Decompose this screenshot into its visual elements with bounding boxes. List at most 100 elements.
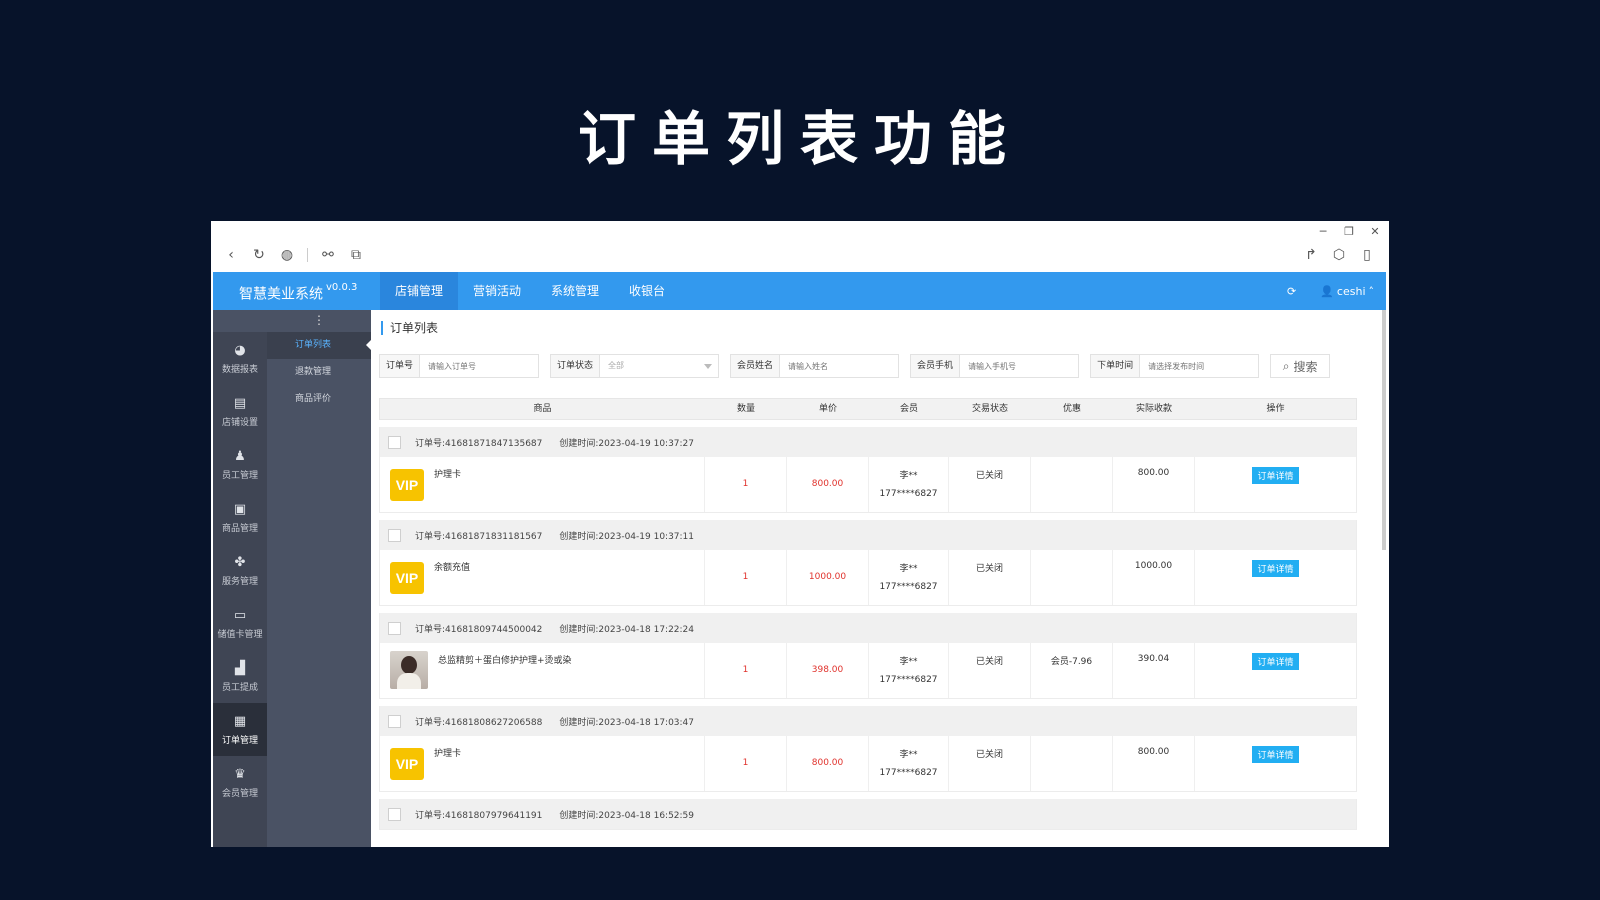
subnav-refunds[interactable]: 退款管理 [267,359,371,386]
restore-icon[interactable]: ❐ [1343,225,1355,238]
link-icon[interactable]: ⚯ [320,247,336,263]
pie-chart-icon: ◕ [234,342,246,358]
order-checkbox[interactable] [388,435,401,449]
scrollbar[interactable] [1382,310,1386,550]
share-icon[interactable]: ↱ [1303,247,1319,263]
member-name: 李** [899,657,918,667]
close-icon[interactable]: ✕ [1369,225,1381,238]
order-checkbox[interactable] [388,528,401,542]
order-checkbox[interactable] [388,714,401,728]
discount-cell [1031,457,1113,512]
product-photo [390,651,428,689]
minimize-icon[interactable]: ─ [1317,225,1329,238]
member-phone-input[interactable] [960,355,1079,377]
member-phone: 177****6827 [879,582,938,592]
status-select[interactable]: 全部 [600,355,718,377]
discount-cell [1031,736,1113,791]
sidebar-item-store-settings[interactable]: ▤ 店铺设置 [213,385,267,438]
member-name: 李** [899,750,918,760]
nav-store-management[interactable]: 店铺管理 [380,272,459,310]
col-status: 交易状态 [971,404,1008,414]
user-menu[interactable]: 👤 ceshi ˄ [1320,285,1374,298]
order-checkbox[interactable] [388,807,401,821]
order-no-input[interactable] [420,355,539,377]
subnav-order-list[interactable]: 订单列表 [267,332,371,359]
sidebar-item-services[interactable]: ✤ 服务管理 [213,544,267,597]
sidebar-item-orders[interactable]: ▦ 订单管理 [213,703,267,756]
extension-icon[interactable]: ▯ [1359,247,1375,263]
goods-cell: VIP 护理卡 [380,736,705,791]
subnav-reviews[interactable]: 商品评价 [267,386,371,413]
table-header: 商品 数量 单价 会员 交易状态 优惠 实际收款 操作 [379,398,1357,420]
browser-window: ─ ❐ ✕ ‹ ↻ ◍ ⚯ ⧉ ↱ ⬡ ▯ 智慧美业系统 v0.0.3 店铺管理 … [211,221,1389,847]
member-name-label: 会员姓名 [731,355,781,377]
goods-cell: 总监精剪＋蛋白修护护理+烫或染 [380,643,705,698]
order-detail-button[interactable]: 订单详情 [1252,560,1299,577]
price-cell: 1000.00 [787,550,869,605]
status-cell: 已关闭 [949,457,1031,512]
goods-cell: VIP 护理卡 [380,457,705,512]
more-icon[interactable]: ⋮ [267,310,371,332]
filter-bar: 订单号 订单状态 全部 会员姓名 会员手机 下单时间 ⌕ 搜索 [379,354,1331,378]
order-detail-button[interactable]: 订单详情 [1252,653,1299,670]
order-detail-button[interactable]: 订单详情 [1252,467,1299,484]
sidebar-toggle[interactable] [213,310,267,332]
order-no-filter: 订单号 [379,354,540,378]
back-icon[interactable]: ‹ [223,247,239,263]
member-name-filter: 会员姓名 [730,354,900,378]
nav-system[interactable]: 系统管理 [536,272,614,310]
user-name: ceshi [1336,284,1366,298]
order-checkbox[interactable] [388,621,401,635]
paid-cell: 390.04 [1113,643,1195,698]
order-header: 订单号:41681807979641191 创建时间:2023-04-18 16… [380,799,1356,829]
paid-cell: 800.00 [1113,736,1195,791]
order-detail-button[interactable]: 订单详情 [1252,746,1299,763]
globe-icon[interactable]: ◍ [279,247,295,263]
price-cell: 800.00 [787,736,869,791]
copy-icon[interactable]: ⧉ [348,247,364,263]
order-block: 订单号:41681807979641191 创建时间:2023-04-18 16… [379,799,1357,830]
order-time-input[interactable] [1140,355,1259,377]
search-button[interactable]: ⌕ 搜索 [1270,354,1331,378]
search-icon: ⌕ [1282,358,1290,373]
status-filter: 订单状态 全部 [550,354,720,378]
cube-icon[interactable]: ⬡ [1331,247,1347,263]
refresh-icon[interactable]: ↻ [251,247,267,263]
order-block: 订单号:41681808627206588 创建时间:2023-04-18 17… [379,706,1357,792]
col-paid: 实际收款 [1135,404,1172,414]
member-phone: 177****6827 [879,675,938,685]
brand-name: 智慧美业系统 [239,286,323,303]
page-title: 订单列表 [381,321,438,335]
member-phone-filter: 会员手机 [910,354,1080,378]
goods-name: 总监精剪＋蛋白修护护理+烫或染 [438,656,572,666]
sidebar-item-members[interactable]: ♛ 会员管理 [213,756,267,809]
crown-icon: ♛ [234,766,246,782]
table-row: VIP 余额充值 1 1000.00 李** 177****6827 已关闭 10… [380,550,1356,605]
order-created: 创建时间:2023-04-18 17:22:24 [559,624,695,635]
order-block: 订单号:41681871831181567 创建时间:2023-04-19 10… [379,520,1357,606]
sidebar-item-commission[interactable]: ▟ 员工提成 [213,650,267,703]
sidebar-item-staff[interactable]: ♟ 员工管理 [213,438,267,491]
order-header: 订单号:41681809744500042 创建时间:2023-04-18 17… [380,613,1356,643]
member-phone: 177****6827 [879,489,938,499]
order-table: 商品 数量 单价 会员 交易状态 优惠 实际收款 操作 订单号:41681871… [379,398,1357,830]
goods-name: 护理卡 [434,470,462,480]
order-created: 创建时间:2023-04-19 10:37:11 [559,531,695,542]
sync-icon[interactable]: ⟳ [1287,285,1296,298]
sidebar-item-stored-cards[interactable]: ▭ 储值卡管理 [213,597,267,650]
sidebar-item-reports[interactable]: ◕ 数据报表 [213,332,267,385]
window-controls: ─ ❐ ✕ [1317,225,1381,238]
member-cell: 李** 177****6827 [869,457,949,512]
col-discount: 优惠 [1062,404,1081,414]
qty-cell: 1 [705,457,787,512]
goods-name: 余额充值 [434,563,471,573]
member-name: 李** [899,471,918,481]
status-cell: 已关闭 [949,643,1031,698]
order-number: 订单号:41681871831181567 [415,531,543,542]
order-created: 创建时间:2023-04-18 17:03:47 [559,717,695,728]
member-name-input[interactable] [780,355,899,377]
nav-marketing[interactable]: 营销活动 [458,272,536,310]
table-row: VIP 护理卡 1 800.00 李** 177****6827 已关闭 800.… [380,736,1356,791]
sidebar-item-products[interactable]: ▣ 商品管理 [213,491,267,544]
nav-cashier[interactable]: 收银台 [614,272,680,310]
